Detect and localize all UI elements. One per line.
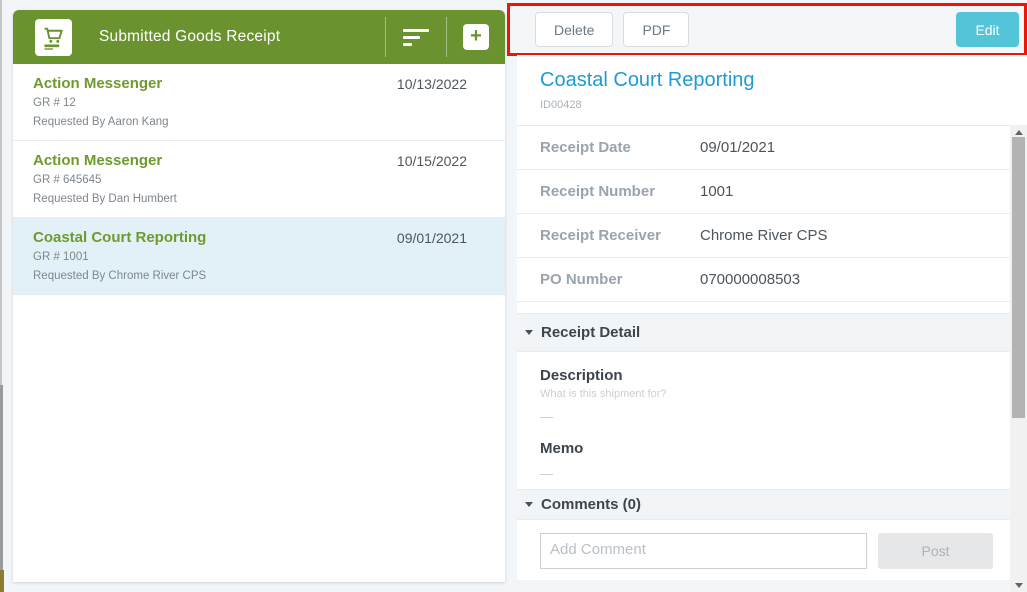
- field-value: 09/01/2021: [700, 139, 775, 156]
- item-requested-by: Requested By Aaron Kang: [33, 116, 467, 128]
- field-label: Receipt Receiver: [540, 227, 700, 244]
- header-divider: [446, 17, 447, 57]
- window-corner-artifact: [0, 570, 4, 592]
- pdf-button[interactable]: PDF: [623, 12, 689, 47]
- field-row-po-number: PO Number 070000008503: [517, 258, 1027, 302]
- memo-empty-value: —: [540, 466, 1027, 481]
- item-gr-number: GR # 645645: [33, 174, 467, 186]
- memo-label: Memo: [540, 440, 1027, 457]
- goods-receipt-cart-icon: [35, 19, 72, 56]
- field-row-receipt-receiver: Receipt Receiver Chrome River CPS: [517, 214, 1027, 258]
- item-gr-number: GR # 1001: [33, 251, 467, 263]
- vertical-scrollbar[interactable]: [1010, 125, 1027, 592]
- receipt-detail-body: Description What is this shipment for? —…: [517, 352, 1027, 489]
- detail-id: ID00428: [540, 99, 1027, 111]
- scroll-down-icon[interactable]: [1010, 578, 1027, 592]
- delete-button[interactable]: Delete: [535, 12, 613, 47]
- item-date: 10/15/2022: [397, 153, 467, 169]
- submitted-goods-receipt-panel: Submitted Goods Receipt + Action Messeng…: [13, 10, 505, 582]
- spacer: [517, 302, 1027, 313]
- section-title: Receipt Detail: [541, 324, 640, 341]
- field-value: 070000008503: [700, 271, 800, 288]
- receipt-list-item-selected[interactable]: Coastal Court Reporting GR # 1001 Reques…: [13, 218, 505, 295]
- detail-fields: Receipt Date 09/01/2021 Receipt Number 1…: [517, 125, 1027, 302]
- field-row-receipt-number: Receipt Number 1001: [517, 170, 1027, 214]
- panel-header-actions: +: [385, 10, 505, 64]
- add-receipt-button[interactable]: +: [463, 24, 489, 50]
- annotation-box-toolbar: Delete PDF Edit: [507, 3, 1027, 56]
- section-title: Comments (0): [541, 496, 641, 513]
- field-label: PO Number: [540, 271, 700, 288]
- field-value: 1001: [700, 183, 733, 200]
- panel-title: Submitted Goods Receipt: [99, 28, 280, 46]
- add-comment-input[interactable]: [540, 533, 867, 569]
- scrollbar-thumb[interactable]: [1012, 137, 1025, 418]
- field-label: Receipt Number: [540, 183, 700, 200]
- field-value: Chrome River CPS: [700, 227, 828, 244]
- description-empty-value: —: [540, 409, 1027, 424]
- comments-body: Post: [517, 520, 1027, 580]
- edit-button[interactable]: Edit: [956, 12, 1019, 47]
- chevron-down-icon: [525, 502, 533, 507]
- section-comments[interactable]: Comments (0): [517, 489, 1027, 520]
- panel-header: Submitted Goods Receipt +: [13, 10, 505, 64]
- item-date: 10/13/2022: [397, 76, 467, 92]
- item-requested-by: Requested By Chrome River CPS: [33, 270, 467, 282]
- detail-title: Coastal Court Reporting: [540, 69, 1027, 92]
- chevron-down-icon: [525, 330, 533, 335]
- description-hint: What is this shipment for?: [540, 388, 1027, 400]
- field-row-receipt-date: Receipt Date 09/01/2021: [517, 126, 1027, 170]
- receipt-list-item[interactable]: Action Messenger GR # 12 Requested By Aa…: [13, 64, 505, 141]
- description-label: Description: [540, 352, 1027, 384]
- detail-header: Coastal Court Reporting ID00428: [517, 55, 1027, 125]
- item-requested-by: Requested By Dan Humbert: [33, 193, 467, 205]
- receipt-detail-panel: Coastal Court Reporting ID00428 Receipt …: [517, 55, 1027, 580]
- post-comment-button[interactable]: Post: [878, 533, 993, 569]
- sort-icon[interactable]: [386, 10, 446, 64]
- receipt-list-item[interactable]: Action Messenger GR # 645645 Requested B…: [13, 141, 505, 218]
- field-label: Receipt Date: [540, 139, 700, 156]
- window-edge-segment: [0, 385, 3, 570]
- item-gr-number: GR # 12: [33, 97, 467, 109]
- item-date: 09/01/2021: [397, 230, 467, 246]
- section-receipt-detail[interactable]: Receipt Detail: [517, 313, 1027, 352]
